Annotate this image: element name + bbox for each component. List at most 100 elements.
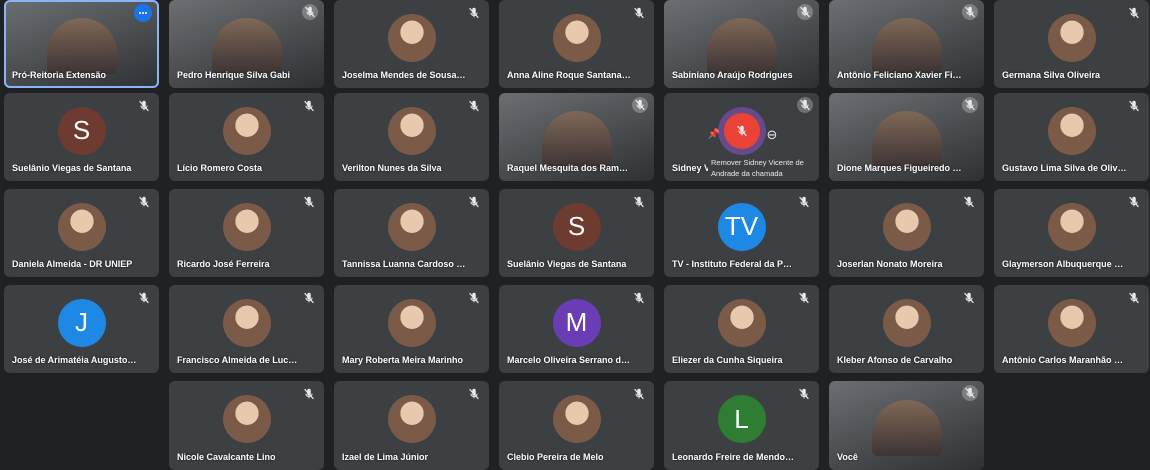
more-options-icon[interactable]: [134, 4, 152, 22]
participant-tile[interactable]: Pró-Reitoria Extensão: [4, 0, 159, 88]
mic-muted-icon: [137, 291, 151, 305]
participant-tile[interactable]: L Leonardo Freire de Mendonça S...: [664, 381, 819, 470]
video-feed: [706, 18, 777, 74]
mic-muted-icon: [1127, 6, 1141, 20]
participant-name: Nicole Cavalcante Lino: [177, 452, 276, 462]
avatar: [387, 395, 436, 444]
participant-tile[interactable]: J José de Arimatéia Augusto de Li...: [4, 285, 159, 373]
mic-muted-icon: [797, 4, 813, 20]
avatar: S: [552, 202, 601, 251]
participant-name: Pedro Henrique Silva Gabi: [177, 70, 291, 80]
participant-tile[interactable]: Joselma Mendes de Sousa Carn...: [334, 0, 489, 88]
participant-tile[interactable]: Pedro Henrique Silva Gabi: [169, 0, 324, 88]
participant-name: Antônio Feliciano Xavier Filho: [837, 70, 962, 80]
mic-muted-icon: [797, 97, 813, 113]
participant-name: Izael de Lima Júnior: [342, 452, 429, 462]
participant-name: Glaymerson Albuquerque de Fra...: [1002, 259, 1127, 269]
participant-name: Lício Romero Costa: [177, 163, 263, 173]
video-feed: [871, 18, 942, 74]
participant-tile[interactable]: Daniela Almeida - DR UNIEP: [4, 189, 159, 277]
avatar: [717, 298, 766, 347]
mic-muted-icon: [467, 387, 481, 401]
avatar: [1047, 202, 1096, 251]
participant-tile[interactable]: Germana Silva Oliveira: [994, 0, 1149, 88]
participant-tile[interactable]: Você: [829, 381, 984, 470]
participant-name: Pró-Reitoria Extensão: [12, 70, 107, 80]
avatar: [222, 298, 271, 347]
participant-tile[interactable]: Lício Romero Costa: [169, 93, 324, 181]
meeting-grid: Pró-Reitoria Extensão Pedro Henrique Silv…: [0, 0, 1150, 470]
mic-muted-icon: [467, 291, 481, 305]
mic-muted-icon: [1127, 291, 1141, 305]
participant-tile[interactable]: 📌 ⊖ Remover Sidney Vicente de Andrade da c…: [664, 93, 819, 181]
pin-icon[interactable]: 📌: [706, 127, 722, 143]
mic-muted-icon: [632, 97, 648, 113]
avatar: [1047, 13, 1096, 62]
participant-tile[interactable]: Francisco Almeida de Lucena: [169, 285, 324, 373]
participant-tile[interactable]: Sabiniano Araújo Rodrigues: [664, 0, 819, 88]
participant-tile[interactable]: Kleber Afonso de Carvalho: [829, 285, 984, 373]
participant-tile[interactable]: Anna Aline Roque Santana Dantas: [499, 0, 654, 88]
avatar: [1047, 298, 1096, 347]
mic-muted-icon: [632, 6, 646, 20]
participant-name: Leonardo Freire de Mendonça S...: [672, 452, 797, 462]
mic-muted-icon: [797, 387, 811, 401]
participant-name: TV - Instituto Federal da Paraíba: [672, 259, 797, 269]
participant-tile[interactable]: Ricardo José Ferreira: [169, 189, 324, 277]
participant-name: Kleber Afonso de Carvalho: [837, 355, 953, 365]
participant-tile[interactable]: Mary Roberta Meira Marinho: [334, 285, 489, 373]
remove-participant-icon[interactable]: ⊖: [764, 127, 780, 143]
avatar: S: [57, 106, 106, 155]
mic-muted-icon: [302, 99, 316, 113]
avatar: L: [717, 395, 766, 444]
avatar: [222, 202, 271, 251]
mic-muted-icon: [797, 291, 811, 305]
avatar: [1047, 106, 1096, 155]
participant-name: Antônio Carlos Maranhão Neto: [1002, 355, 1127, 365]
mic-muted-icon: [137, 195, 151, 209]
mic-muted-icon: [962, 97, 978, 113]
participant-name: Mary Roberta Meira Marinho: [342, 355, 464, 365]
mic-muted-icon: [467, 99, 481, 113]
participant-name: Tannissa Luanna Cardoso de Ara...: [342, 259, 467, 269]
video-feed: [871, 400, 942, 456]
participant-tile[interactable]: M Marcelo Oliveira Serrano de And...: [499, 285, 654, 373]
participant-tile[interactable]: Nicole Cavalcante Lino: [169, 381, 324, 470]
participant-tile[interactable]: S Suelânio Viegas de Santana: [4, 93, 159, 181]
participant-tile[interactable]: Clebio Pereira de Melo: [499, 381, 654, 470]
mic-muted-icon: [632, 195, 646, 209]
mic-muted-icon: [302, 387, 316, 401]
video-feed: [541, 111, 612, 167]
participant-tile[interactable]: S Suelânio Viegas de Santana: [499, 189, 654, 277]
avatar: [387, 106, 436, 155]
participant-tile[interactable]: Antônio Feliciano Xavier Filho: [829, 0, 984, 88]
participant-tile[interactable]: Tannissa Luanna Cardoso de Ara...: [334, 189, 489, 277]
mic-muted-icon: [302, 291, 316, 305]
video-feed: [871, 111, 942, 167]
participant-tile[interactable]: Joserlan Nonato Moreira: [829, 189, 984, 277]
participant-name: Joselma Mendes de Sousa Carn...: [342, 70, 467, 80]
participant-tile[interactable]: Antônio Carlos Maranhão Neto: [994, 285, 1149, 373]
mic-muted-icon: [962, 291, 976, 305]
mic-muted-icon: [632, 387, 646, 401]
participant-name: Francisco Almeida de Lucena: [177, 355, 302, 365]
avatar: [222, 106, 271, 155]
avatar: [57, 202, 106, 251]
participant-tile[interactable]: Eliezer da Cunha Siqueira: [664, 285, 819, 373]
participant-tile[interactable]: Raquel Mesquita dos Ramos San...: [499, 93, 654, 181]
participant-name: Anna Aline Roque Santana Dantas: [507, 70, 632, 80]
avatar: TV: [717, 202, 766, 251]
mic-muted-icon: [467, 195, 481, 209]
mic-muted-icon: [467, 6, 481, 20]
avatar: [387, 202, 436, 251]
participant-tile[interactable]: Dione Marques Figueiredo Gued...: [829, 93, 984, 181]
participant-tile[interactable]: Gustavo Lima Silva de Oliveira: [994, 93, 1149, 181]
avatar: J: [57, 298, 106, 347]
participant-name: Gustavo Lima Silva de Oliveira: [1002, 163, 1127, 173]
participant-name: Sabiniano Araújo Rodrigues: [672, 70, 793, 80]
avatar: [552, 395, 601, 444]
participant-tile[interactable]: TV TV - Instituto Federal da Paraíba: [664, 189, 819, 277]
participant-tile[interactable]: Izael de Lima Júnior: [334, 381, 489, 470]
participant-tile[interactable]: Verilton Nunes da Silva: [334, 93, 489, 181]
participant-tile[interactable]: Glaymerson Albuquerque de Fra...: [994, 189, 1149, 277]
